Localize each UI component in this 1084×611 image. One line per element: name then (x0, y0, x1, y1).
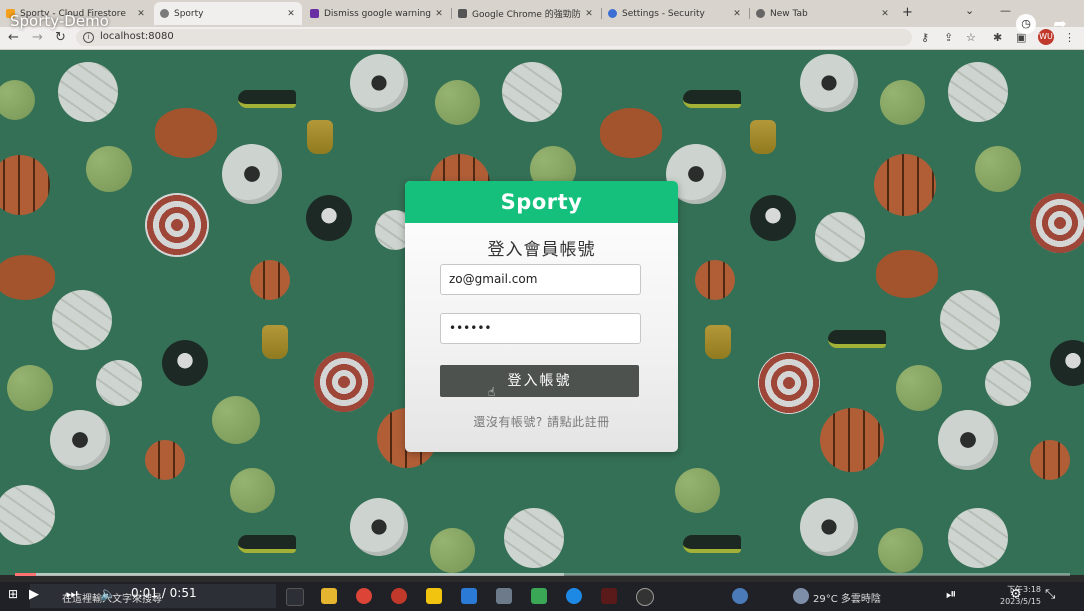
globe-icon (756, 9, 765, 18)
clock-date: 2023/5/15 (1000, 597, 1042, 606)
info-icon[interactable]: i (83, 32, 94, 43)
yahoo-icon (310, 9, 319, 18)
back-arrow-icon[interactable]: ← (8, 30, 19, 45)
autoplay-toggle-icon[interactable]: ⏯ (946, 587, 956, 602)
chrome-icon[interactable] (356, 588, 372, 604)
close-tab-icon[interactable]: ✕ (136, 9, 146, 19)
tab-dismiss-warning[interactable]: Dismiss google warning - ✕ (304, 2, 450, 25)
weather-text[interactable]: 29°C 多雲時陰 (813, 590, 881, 605)
share-icon[interactable]: ⇪ (944, 31, 953, 44)
brand-logo: Sporty (500, 190, 583, 214)
address-bar[interactable]: i localhost:8080 (76, 29, 912, 46)
profile-avatar[interactable]: WU (1038, 29, 1054, 45)
video-progress-bar[interactable] (15, 573, 1070, 576)
vscode-icon[interactable] (461, 588, 477, 604)
tab-label: New Tab (770, 8, 808, 19)
key-icon[interactable]: ⚷ (921, 31, 929, 44)
hand-cursor-icon: ☝ (488, 385, 496, 399)
weather-cloud-icon (793, 588, 809, 604)
login-button[interactable]: 登入帳號 (440, 365, 639, 397)
watch-later-icon[interactable]: ◷ (1016, 14, 1036, 34)
tab-label: Settings - Security (622, 8, 705, 19)
windows-start-icon[interactable]: ⊞ (8, 587, 18, 601)
video-title[interactable]: Sporty-Demo (10, 12, 109, 30)
close-tab-icon[interactable]: ✕ (584, 9, 594, 19)
volume-icon[interactable]: 🔈 (100, 587, 116, 602)
close-tab-icon[interactable]: ✕ (286, 9, 296, 19)
next-icon[interactable]: ⏭ (66, 587, 78, 602)
clock-time: 下午3:18 (1007, 585, 1042, 594)
chrome-profile-icon[interactable] (391, 588, 407, 604)
edge-icon[interactable] (566, 588, 582, 604)
close-tab-icon[interactable]: ✕ (434, 9, 444, 19)
tab-label: Dismiss google warning - (324, 8, 434, 19)
chevron-down-icon[interactable]: ⌄ (965, 4, 974, 17)
email-field[interactable]: zo@gmail.com (440, 264, 641, 295)
browser-tabstrip: Sporty - Cloud Firestore ✕ Sporty ✕ Dism… (0, 0, 1084, 27)
extensions-icon[interactable]: ✱ (993, 31, 1002, 44)
minimize-icon[interactable]: — (1000, 4, 1011, 17)
globe-icon (160, 9, 169, 18)
obs-icon[interactable] (636, 588, 654, 606)
tab-label: Sporty (174, 8, 204, 19)
buffered-bar (15, 573, 564, 576)
tab-sporty[interactable]: Sporty ✕ (154, 2, 302, 25)
star-icon[interactable]: ☆ (966, 31, 976, 44)
tab-settings-security[interactable]: Settings - Security ✕ (602, 2, 748, 25)
exit-fullscreen-icon[interactable]: ⤡ (1045, 587, 1055, 602)
close-tab-icon[interactable]: ✕ (880, 9, 890, 19)
windows-taskbar: ⊞ 在這裡輸入文字來搜尋 ▶ ⏭ 🔈 0:01 / 0:51 29°C 多雲時陰… (0, 582, 1084, 611)
app-icon[interactable] (496, 588, 512, 604)
video-time: 0:01 / 0:51 (131, 586, 197, 600)
gear-icon (608, 9, 617, 18)
forward-arrow-icon[interactable]: → (32, 30, 43, 45)
tab-label: Google Chrome 的強勁防 (472, 10, 581, 20)
login-title: 登入會員帳號 (487, 240, 596, 260)
illustrator-icon[interactable] (601, 588, 617, 604)
sticky-notes-icon[interactable] (426, 588, 442, 604)
file-explorer-icon[interactable] (321, 588, 337, 604)
share-arrow-icon[interactable]: ➦ (1050, 14, 1070, 34)
system-clock[interactable]: 下午3:18 2023/5/15 (1000, 584, 1041, 608)
play-icon[interactable]: ▶ (29, 587, 39, 602)
signup-link[interactable]: 還沒有帳號? 請點此註冊 (405, 413, 678, 430)
page-icon (458, 9, 467, 18)
close-tab-icon[interactable]: ✕ (732, 9, 742, 19)
tab-chrome-protection[interactable]: Google Chrome 的強勁防 ✕ (452, 2, 600, 25)
login-card: Sporty 登入會員帳號 zo@gmail.com •••••• 登入帳號 ☝… (405, 181, 678, 452)
tab-new-tab[interactable]: New Tab ✕ (750, 2, 896, 25)
screen: Sporty - Cloud Firestore ✕ Sporty ✕ Dism… (0, 0, 1084, 611)
browser-toolbar: ← → ↻ i localhost:8080 ⚷ ⇪ ☆ ✱ ▣ ⋮ (0, 27, 1084, 50)
reload-icon[interactable]: ↻ (55, 30, 66, 45)
password-field[interactable]: •••••• (440, 313, 641, 344)
line-icon[interactable] (531, 588, 547, 604)
help-icon[interactable] (732, 588, 748, 604)
new-tab-button[interactable]: + (902, 5, 913, 20)
task-view-icon[interactable] (286, 588, 304, 606)
card-header: Sporty (405, 181, 678, 223)
url-text: localhost:8080 (100, 31, 174, 42)
